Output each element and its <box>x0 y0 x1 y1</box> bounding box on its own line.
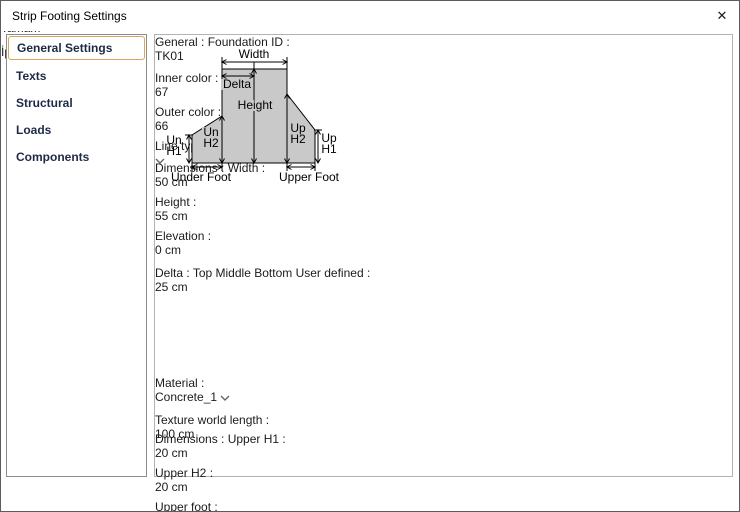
upper-h1-input[interactable]: 20 cm <box>155 446 254 466</box>
upper-h1-label: Upper H1 : <box>227 432 286 446</box>
upper-foot-label: Upper foot : <box>155 500 218 512</box>
radio-bottom-label: Bottom <box>254 266 293 280</box>
texture-world-length-label: Texture world length : <box>155 413 270 427</box>
upper-h1-value: 20 cm <box>155 446 188 460</box>
diagram-up-h1-label: Up H1 <box>321 131 337 156</box>
height-label: Height : <box>155 195 197 209</box>
chevron-down-icon <box>220 395 230 401</box>
upper-h2-value: 20 cm <box>155 480 188 494</box>
elevation-input[interactable]: 0 cm <box>155 243 247 263</box>
delta-group-legend: Delta : <box>155 266 190 280</box>
window-title: Strip Footing Settings <box>12 9 127 23</box>
material-combo[interactable]: Concrete_1 <box>155 390 364 413</box>
material-group: Material : Concrete_1 Texture world leng… <box>155 376 612 441</box>
dimensions-right-group: Dimensions : Width Delta Height Un H2 Up… <box>155 47 365 512</box>
upper-h2-label: Upper H2 : <box>155 466 214 480</box>
radio-user-defined-label: User defined : <box>295 266 371 280</box>
sidebar-item-label: Texts <box>16 68 47 83</box>
sidebar-item-label: General Settings <box>17 41 113 55</box>
strip-footing-settings-dialog: Strip Footing Settings ✕ General Setting… <box>0 0 740 512</box>
elevation-value: 0 cm <box>155 243 182 257</box>
elevation-label: Elevation : <box>155 229 212 243</box>
diagram-up-h2-label: Up H2 <box>290 121 306 146</box>
diagram-height-label: Height <box>238 98 273 112</box>
sidebar-item-texts[interactable]: Texts <box>7 62 146 89</box>
sidebar-item-components[interactable]: Components <box>7 143 146 170</box>
height-value: 55 cm <box>155 209 188 223</box>
user-defined-value: 25 cm <box>155 280 188 294</box>
height-input[interactable]: 55 cm <box>155 209 247 229</box>
delta-group: Delta : Top Middle Bottom User defined :… <box>155 266 385 376</box>
diagram-upper-foot-label: Upper Foot <box>279 170 340 184</box>
footing-diagram: Width Delta Height Un H2 Up H2 Un H1 Up … <box>166 47 340 184</box>
sidebar-item-label: Loads <box>16 122 52 137</box>
material-group-legend: Material : <box>155 376 205 390</box>
titlebar: Strip Footing Settings ✕ <box>1 1 739 31</box>
upper-h2-input[interactable]: 20 cm <box>155 480 254 500</box>
sidebar-item-structural[interactable]: Structural <box>7 89 146 116</box>
main-panel: General : Foundation ID : TK01 Inner col… <box>154 34 733 511</box>
user-defined-input[interactable]: 25 cm <box>155 280 250 299</box>
radio-top-label: Top <box>192 266 213 280</box>
diagram-delta-label: Delta <box>223 77 251 91</box>
diagram-un-h2-label: Un H2 <box>203 125 219 150</box>
sidebar-item-label: Components <box>16 149 90 164</box>
material-selected-value: Concrete_1 <box>155 390 218 404</box>
diagram-width-label: Width <box>239 47 270 61</box>
settings-nav: General Settings Texts Structural Loads … <box>6 34 147 477</box>
sidebar-item-label: Structural <box>16 95 73 110</box>
sidebar-item-loads[interactable]: Loads <box>7 116 146 143</box>
diagram-un-h1-label: Un H1 <box>166 133 182 158</box>
close-button[interactable]: ✕ <box>705 1 739 31</box>
sidebar-item-general-settings[interactable]: General Settings <box>8 36 145 60</box>
close-icon: ✕ <box>716 8 728 23</box>
radio-middle-label: Middle <box>215 266 251 280</box>
diagram-under-foot-label: Under Foot <box>171 170 232 184</box>
dimensions-right-legend: Dimensions : <box>155 432 225 446</box>
